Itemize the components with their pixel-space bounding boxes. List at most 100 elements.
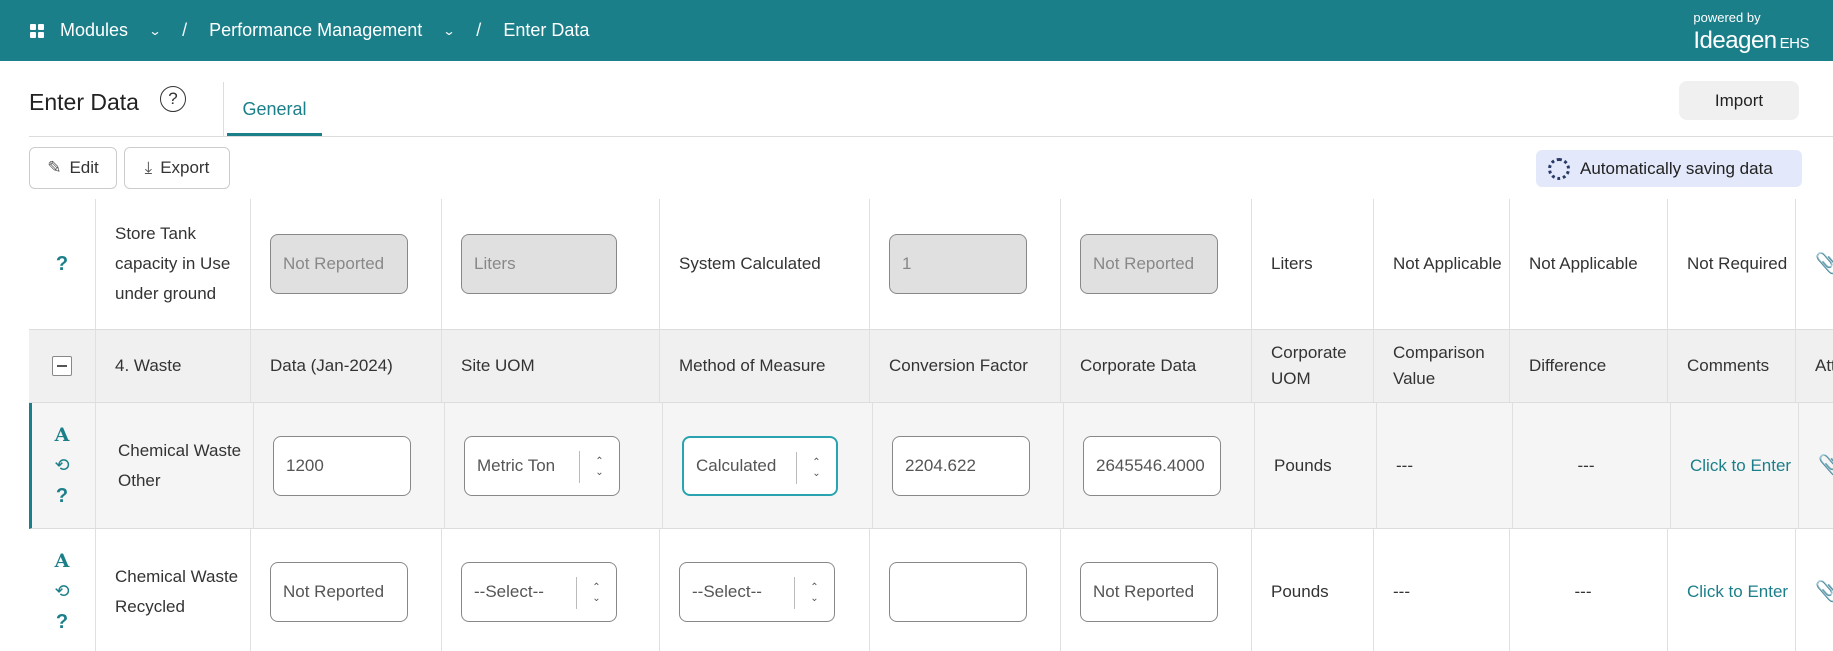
data-cell: Not Reported [251,199,442,329]
header-comparison: Comparison Value [1374,330,1510,402]
data-cell: Not Reported [251,529,442,651]
select-arrows-icon: ⌃ ⌄ [796,451,836,484]
header-attachments: Att [1796,330,1833,402]
header-data: Data (Jan-2024) [251,330,442,402]
site-uom-select[interactable]: Metric Ton ⌃ ⌄ [464,435,620,496]
breadcrumb-enter-data-label: Enter Data [503,20,590,40]
method-select[interactable]: --Select-- ⌃ ⌄ [679,561,835,622]
site-uom-readonly: Liters [461,234,617,294]
powered-by-text: powered by [1693,10,1761,25]
comments-cell: Click to Enter [1671,403,1799,528]
table-row: A ⟲ ? Chemical Waste Recycled Not Report… [29,529,1833,651]
conversion-input[interactable] [889,561,1027,622]
site-uom-select[interactable]: --Select-- ⌃ ⌄ [461,561,617,622]
edit-button[interactable]: ✎ Edit [29,147,117,189]
difference-value: --- [1577,455,1595,475]
comparison-value: --- [1374,529,1510,651]
chevron-down-icon: ⌄ [442,23,456,38]
paperclip-icon[interactable]: 📎 [1815,577,1833,607]
select-all-cell [29,330,96,402]
audit-a-icon[interactable]: A [55,420,70,450]
help-icon[interactable]: ? [56,480,68,512]
corporate-data-input[interactable]: 2645546.4000 [1083,435,1221,496]
chevron-down-icon: ⌄ [148,23,162,38]
select-arrows-icon: ⌃ ⌄ [576,576,616,609]
header-divider [223,82,224,136]
history-icon[interactable]: ⟲ [54,576,69,606]
tab-underline-divider [29,136,1833,137]
comments-link[interactable]: Click to Enter [1687,577,1788,607]
site-uom-value: --Select-- [474,581,544,601]
data-input-readonly: Not Reported [270,234,408,294]
corporate-uom: Liters [1252,199,1374,329]
modules-grid-icon [30,23,44,38]
corporate-data-input[interactable]: Not Reported [1080,561,1218,622]
corporate-data-cell: 2645546.4000 [1064,403,1255,528]
spinner-icon [1548,157,1570,180]
header-site-uom: Site UOM [442,330,660,402]
method-cell: Calculated ⌃ ⌄ [663,403,873,528]
method-select[interactable]: Calculated ⌃ ⌄ [682,435,838,496]
header-conversion: Conversion Factor [870,330,1061,402]
difference-cell: --- [1513,403,1671,528]
table-row: A ⟲ ? Chemical Waste Other 1200 Metric T… [29,403,1833,529]
attach-cell: 📎 [1796,529,1833,651]
select-arrows-icon: ⌃ ⌄ [794,576,834,609]
breadcrumb-enter-data: Enter Data [503,20,589,41]
collapse-checkbox[interactable] [52,356,72,376]
autosave-label: Automatically saving data [1580,158,1773,178]
conversion-input[interactable]: 2204.622 [892,435,1030,496]
corporate-data-cell: Not Reported [1061,199,1252,329]
tab-general[interactable]: General [227,82,322,136]
method-value: --Select-- [692,581,762,601]
difference-value: Not Applicable [1510,199,1668,329]
breadcrumb-modules[interactable]: Modules ⌄ [30,20,162,41]
conversion-cell [870,529,1061,651]
page-title: Enter Data [29,89,139,115]
export-label: Export [160,158,210,177]
help-icon[interactable]: ? [56,606,68,638]
audit-a-icon[interactable]: A [55,546,70,576]
top-bar: Modules ⌄ / Performance Management ⌄ / E… [0,0,1833,61]
breadcrumb-performance-management[interactable]: Performance Management ⌄ [209,20,456,41]
difference-value: --- [1574,581,1592,601]
comments-link[interactable]: Click to Enter [1690,451,1791,481]
comparison-value: --- [1377,403,1513,528]
header-method: Method of Measure [660,330,870,402]
site-uom-cell: --Select-- ⌃ ⌄ [442,529,660,651]
breadcrumb: Modules ⌄ / Performance Management ⌄ / E… [30,0,589,61]
autosave-status: Automatically saving data [1536,150,1802,187]
row-name: Chemical Waste Other [99,403,254,528]
conversion-cell: 2204.622 [873,403,1064,528]
breadcrumb-modules-label: Modules [60,20,129,40]
brand-name: Ideagen EHS [1693,27,1809,55]
paperclip-icon[interactable]: 📎 [1815,249,1833,279]
download-icon: ⤓ [144,158,153,177]
history-icon[interactable]: ⟲ [54,450,69,480]
header-corporate-uom: Corporate UOM [1252,330,1374,402]
difference-cell: --- [1510,529,1668,651]
export-button[interactable]: ⤓ Export [124,147,230,189]
header-difference: Difference [1510,330,1668,402]
conversion-readonly: 1 [889,234,1027,294]
row-actions: A ⟲ ? [29,529,96,651]
edit-label: Edit [69,158,99,177]
data-input[interactable]: Not Reported [270,561,408,622]
attach-cell: 📎 [1796,199,1833,329]
import-button[interactable]: Import [1679,81,1799,120]
breadcrumb-pm-label: Performance Management [209,20,423,40]
row-name: Store Tank capacity in Use under ground [96,199,251,329]
data-input[interactable]: 1200 [273,435,411,496]
row-actions: ? [29,199,96,329]
table-header-row: 4. Waste Data (Jan-2024) Site UOM Method… [29,330,1833,403]
help-icon[interactable]: ? [56,248,68,280]
help-icon[interactable]: ? [160,86,186,112]
site-uom-cell: Liters [442,199,660,329]
row-name: Chemical Waste Recycled [96,529,251,651]
comments-cell: Click to Enter [1668,529,1796,651]
comparison-value: Not Applicable [1374,199,1510,329]
data-cell: 1200 [254,403,445,528]
corporate-uom: Pounds [1255,403,1377,528]
paperclip-icon[interactable]: 📎 [1818,451,1833,481]
header-category: 4. Waste [96,330,251,402]
